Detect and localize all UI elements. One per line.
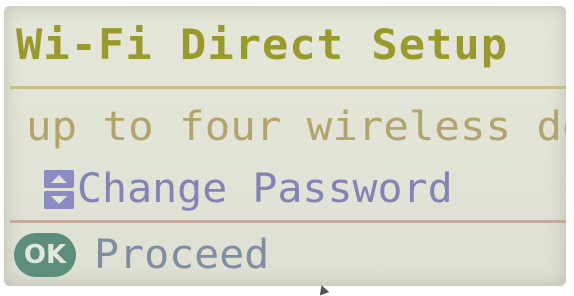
screen-title: Wi-Fi Direct Setup (16, 20, 509, 69)
footer-divider (10, 220, 566, 223)
title-divider (10, 86, 566, 89)
printer-lcd-screen: Wi-Fi Direct Setup up to four wireless d… (4, 6, 566, 286)
change-password-label: Change Password (77, 166, 453, 212)
up-arrow-icon (44, 169, 74, 188)
up-down-arrows-icon (44, 168, 74, 210)
ok-button[interactable]: OK (14, 233, 76, 277)
scrolling-info-text: up to four wireless de (26, 104, 566, 150)
proceed-label: Proceed (94, 232, 270, 278)
proceed-row[interactable]: OK Proceed (14, 232, 269, 278)
down-arrow-icon (44, 190, 74, 209)
change-password-option[interactable]: Change Password (44, 166, 453, 212)
